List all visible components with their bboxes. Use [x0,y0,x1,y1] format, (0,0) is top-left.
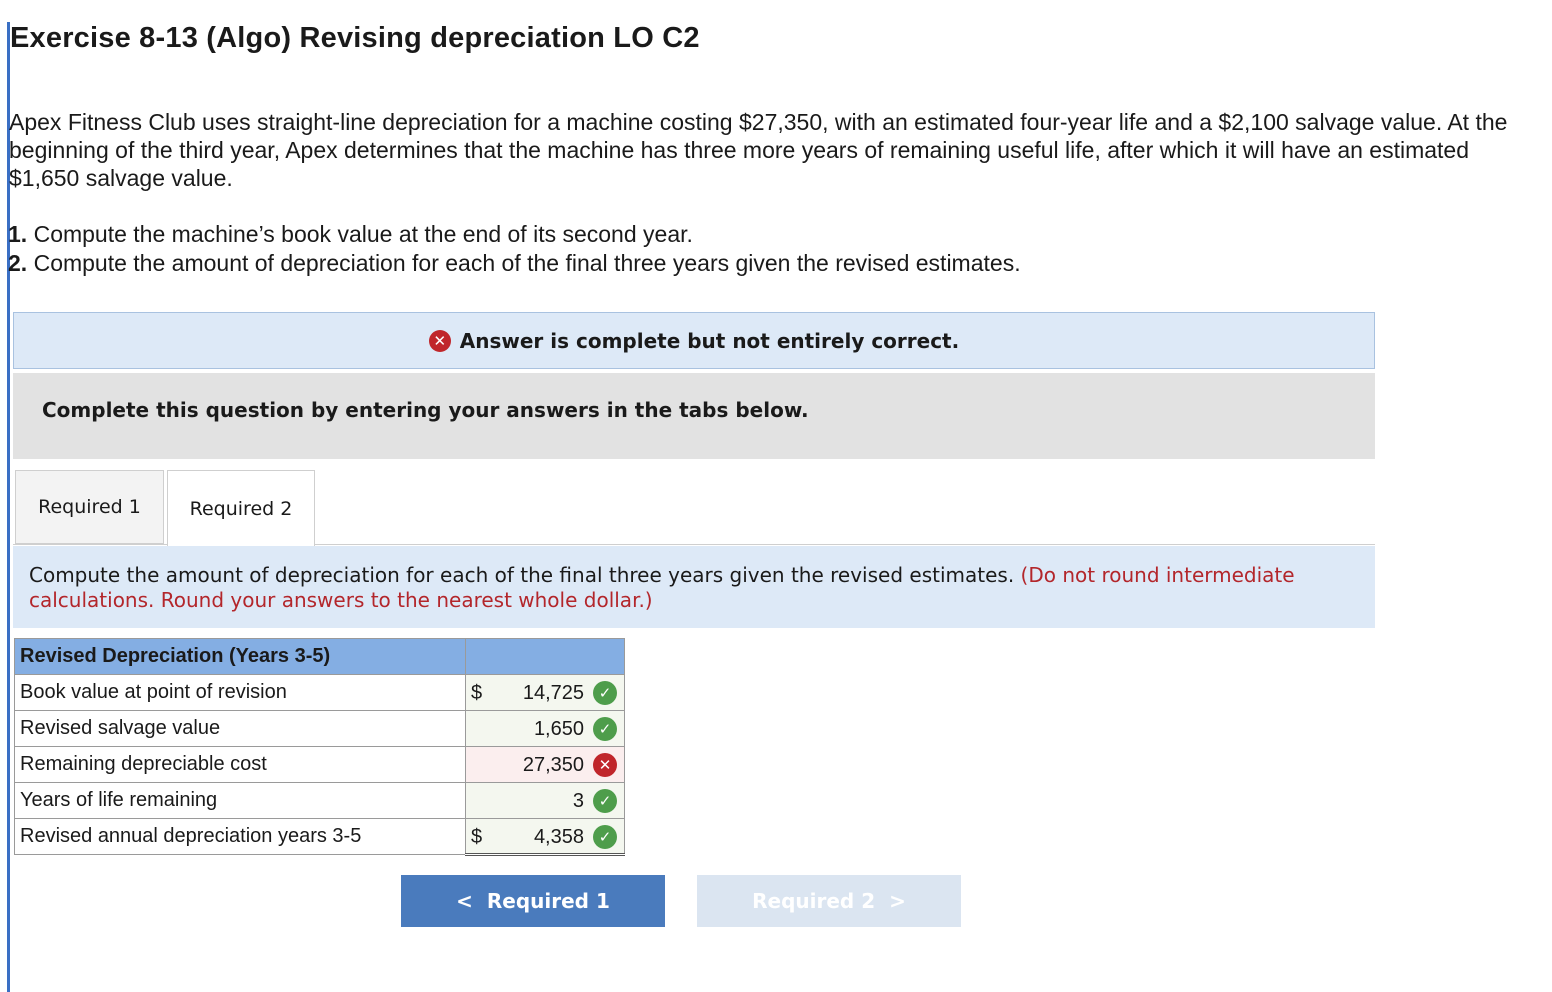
answer-cell[interactable]: 1,650 ✓ [465,710,625,747]
dollar-sign: $ [471,682,483,704]
answer-value: 27,350 [522,754,584,776]
table-row: Years of life remaining 3 ✓ [14,782,625,819]
row-label: Remaining depreciable cost [14,746,466,783]
answer-cell[interactable]: 3 ✓ [465,782,625,819]
table-row: Remaining depreciable cost 27,350 ✕ [14,746,625,783]
revised-depreciation-table: Revised Depreciation (Years 3-5) Book va… [14,638,625,856]
table-row: Book value at point of revision $ 14,725… [14,674,625,711]
answer-value: 1,650 [533,718,584,740]
instruction-text: Complete this question by entering your … [42,398,809,422]
answer-status-text: Answer is complete but not entirely corr… [459,328,960,353]
previous-required-button[interactable]: < Required 1 [401,875,665,927]
requirements-list: 1. Compute the machine’s book value at t… [8,220,1021,278]
page-title: Exercise 8-13 (Algo) Revising depreciati… [10,22,700,54]
answer-value: 3 [572,790,584,812]
next-button-label: Required 2 [752,889,876,913]
x-circle-icon: ✕ [593,753,617,777]
table-header: Revised Depreciation (Years 3-5) [14,638,466,675]
requirement-item: 2. Compute the amount of depreciation fo… [8,249,1021,278]
dollar-sign: $ [471,826,483,848]
requirement-text: Compute the machine’s book value at the … [33,221,693,247]
answer-cell[interactable]: $ 4,358 ✓ [465,818,625,856]
previous-button-label: Required 1 [486,889,610,913]
tab-required-1[interactable]: Required 1 [15,470,164,544]
instruction-box: Complete this question by entering your … [13,373,1375,459]
row-label: Revised annual depreciation years 3-5 [14,818,466,855]
x-circle-icon: ✕ [428,329,451,352]
row-label: Book value at point of revision [14,674,466,711]
answer-cell[interactable]: 27,350 ✕ [465,746,625,783]
answer-value: 14,725 [522,682,584,704]
prompt-text: Compute the amount of depreciation for e… [29,563,1015,587]
requirement-item: 1. Compute the machine’s book value at t… [8,220,1021,249]
answer-cell[interactable]: $ 14,725 ✓ [465,674,625,711]
row-label: Revised salvage value [14,710,466,747]
table-header-blank [465,638,625,675]
table-header-row: Revised Depreciation (Years 3-5) [14,638,625,675]
table-row: Revised salvage value 1,650 ✓ [14,710,625,747]
checkmark-icon: ✓ [593,789,617,813]
chevron-left-icon: < [456,889,473,913]
checkmark-icon: ✓ [593,717,617,741]
row-label: Years of life remaining [14,782,466,819]
chevron-right-icon: > [889,889,906,913]
answer-status-banner: ✕ Answer is complete but not entirely co… [13,312,1375,369]
question-prompt: Compute the amount of depreciation for e… [13,546,1375,628]
table-row: Revised annual depreciation years 3-5 $ … [14,818,625,856]
requirement-number: 1. [8,221,28,247]
checkmark-icon: ✓ [593,825,617,849]
answer-value: 4,358 [533,826,584,848]
checkmark-icon: ✓ [593,681,617,705]
requirement-text: Compute the amount of depreciation for e… [33,250,1021,276]
problem-intro: Apex Fitness Club uses straight-line dep… [9,109,1508,191]
requirement-number: 2. [8,250,28,276]
tab-required-2[interactable]: Required 2 [167,470,315,546]
next-required-button[interactable]: Required 2 > [697,875,961,927]
